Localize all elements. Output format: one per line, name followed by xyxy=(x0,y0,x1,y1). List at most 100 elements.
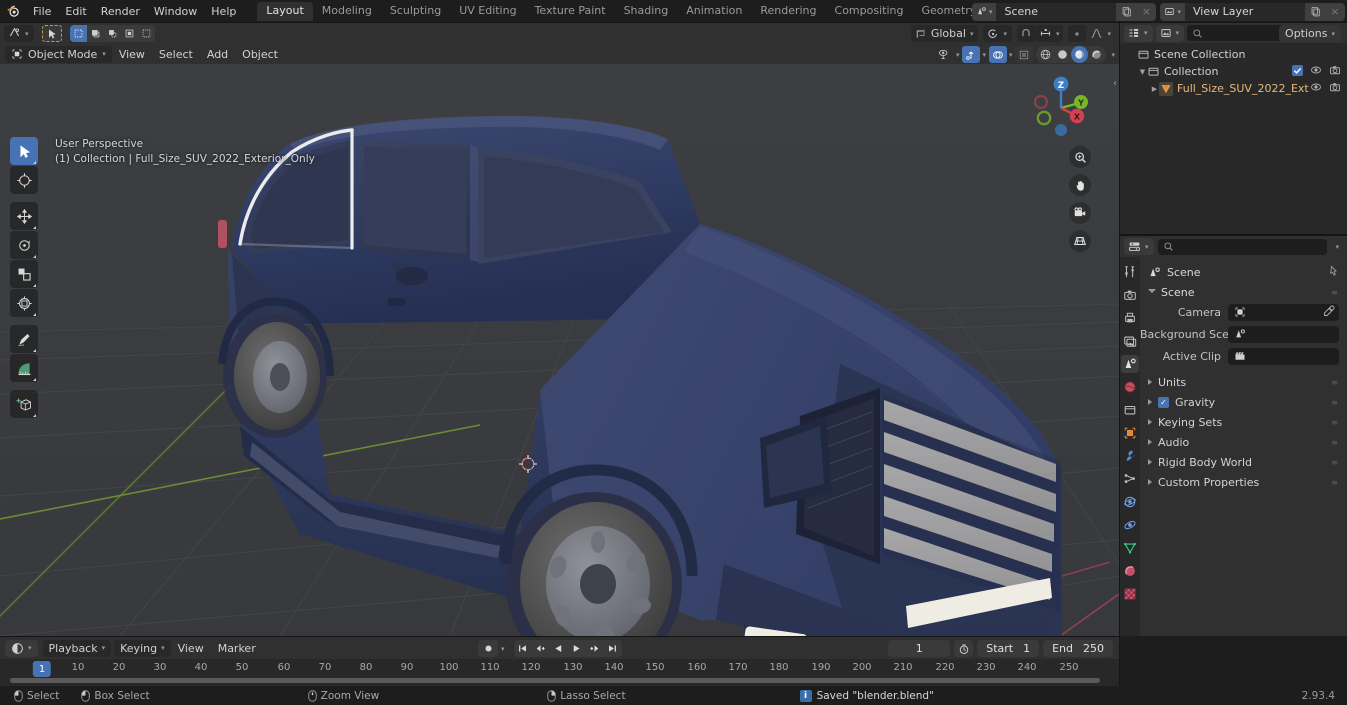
measure-tool-button[interactable] xyxy=(10,354,38,382)
properties-editor-icon[interactable]: ▾ xyxy=(1124,238,1154,255)
end-frame-field[interactable]: End 250 xyxy=(1043,640,1113,657)
frame-range-field[interactable]: Start 1 xyxy=(977,640,1040,657)
viewport-menu-select[interactable]: Select xyxy=(152,46,200,63)
menu-render[interactable]: Render xyxy=(94,3,147,19)
select-subtract-icon[interactable] xyxy=(120,25,138,42)
unlink-scene-button[interactable]: × xyxy=(1136,2,1157,21)
workspace-tab-modeling[interactable]: Modeling xyxy=(313,2,381,21)
outliner-row-collection[interactable]: ▼ Collection xyxy=(1120,63,1347,80)
jump-start-icon[interactable] xyxy=(514,640,532,657)
menu-edit[interactable]: Edit xyxy=(58,3,93,19)
overlays-icon[interactable] xyxy=(988,46,1007,63)
pivot-point-dropdown[interactable]: ▾ xyxy=(983,25,1012,42)
camera-view-icon[interactable] xyxy=(1069,202,1091,224)
collection-checkbox[interactable] xyxy=(1292,64,1303,79)
properties-search-input[interactable] xyxy=(1157,238,1328,255)
scale-tool-button[interactable] xyxy=(10,260,38,288)
start-frame-value[interactable]: 1 xyxy=(1023,642,1030,655)
workspace-tab-texture-paint[interactable]: Texture Paint xyxy=(526,2,615,21)
solid-shading-icon[interactable] xyxy=(1054,46,1071,63)
collection-disclosure-icon[interactable]: ▼ xyxy=(1138,68,1147,76)
workspace-tab-uv-editing[interactable]: UV Editing xyxy=(450,2,525,21)
workspace-tab-shading[interactable]: Shading xyxy=(615,2,678,21)
transform-orientation-dropdown[interactable]: Global ▾ xyxy=(910,25,979,42)
remove-view-layer-button[interactable]: × xyxy=(1325,2,1345,21)
outliner-row-scene-collection[interactable]: Scene Collection xyxy=(1120,46,1347,63)
zoom-icon[interactable] xyxy=(1069,146,1091,168)
eyedropper-icon[interactable] xyxy=(1323,305,1335,320)
proportional-falloff-dropdown[interactable]: ▾ xyxy=(1086,25,1115,42)
object-camera-icon[interactable] xyxy=(1329,81,1341,96)
collection-camera-icon[interactable] xyxy=(1329,64,1341,79)
properties-tab-texture[interactable] xyxy=(1121,585,1139,603)
scene-selector[interactable]: ▾ Scene × xyxy=(971,2,1157,21)
outliner-id-type-icon[interactable]: ▾ xyxy=(1155,24,1185,42)
jump-end-icon[interactable] xyxy=(604,640,622,657)
subpanel-keying-sets[interactable]: Keying Sets ≡ xyxy=(1140,412,1347,432)
timeline-editor-icon[interactable]: ▾ xyxy=(5,639,38,657)
collection-eye-icon[interactable] xyxy=(1310,64,1322,79)
editor-type-3dview-icon[interactable]: ▾ xyxy=(4,25,34,42)
cursor-tool-button[interactable] xyxy=(10,166,38,194)
play-reverse-icon[interactable] xyxy=(550,640,568,657)
play-icon[interactable] xyxy=(568,640,586,657)
xray-toggle-icon[interactable] xyxy=(1015,46,1034,63)
end-frame-value[interactable]: 250 xyxy=(1083,642,1104,655)
add-cube-tool-button[interactable] xyxy=(10,390,38,418)
background-scene-field-input[interactable] xyxy=(1228,325,1339,343)
active-clip-field-input[interactable] xyxy=(1228,347,1339,365)
viewport-menu-add[interactable]: Add xyxy=(200,46,235,63)
material-preview-shading-icon[interactable] xyxy=(1071,46,1089,63)
properties-tab-material[interactable] xyxy=(1121,562,1139,580)
properties-tab-constraints[interactable] xyxy=(1121,516,1139,534)
blender-logo-icon[interactable] xyxy=(0,0,26,22)
workspace-tab-layout[interactable]: Layout xyxy=(257,1,313,21)
outliner-row-suv-object[interactable]: ▶ Full_Size_SUV_2022_Ext xyxy=(1120,80,1347,97)
properties-tab-object[interactable] xyxy=(1121,424,1139,442)
new-scene-button[interactable] xyxy=(1116,2,1137,21)
menu-window[interactable]: Window xyxy=(147,3,204,19)
snap-magnet-icon[interactable] xyxy=(1016,25,1035,42)
view-layer-selector[interactable]: ▾ View Layer × xyxy=(1160,2,1345,21)
workspace-tab-animation[interactable]: Animation xyxy=(677,2,751,21)
camera-field-input[interactable] xyxy=(1228,303,1339,321)
properties-tab-output[interactable] xyxy=(1121,309,1139,327)
auto-keying-icon[interactable] xyxy=(478,640,498,657)
preview-range-icon[interactable] xyxy=(954,640,974,657)
gizmo-icon[interactable] xyxy=(962,46,981,63)
workspace-tab-compositing[interactable]: Compositing xyxy=(826,2,913,21)
properties-tab-modifier[interactable] xyxy=(1121,447,1139,465)
properties-tab-collection[interactable] xyxy=(1121,401,1139,419)
outliner-display-mode-icon[interactable]: ▾ xyxy=(1124,24,1153,42)
timeline-horizontal-scrollbar[interactable] xyxy=(10,678,1100,683)
panel-disclosure-icon[interactable] xyxy=(1148,289,1156,296)
wireframe-shading-icon[interactable] xyxy=(1037,46,1054,63)
properties-tab-physics[interactable] xyxy=(1121,493,1139,511)
rotate-tool-button[interactable] xyxy=(10,231,38,259)
toggle-perspective-icon[interactable] xyxy=(1069,230,1091,252)
subpanel-gravity[interactable]: ✓ Gravity ≡ xyxy=(1140,392,1347,412)
navigation-gizmo[interactable]: Z Y X xyxy=(1025,72,1097,144)
menu-file[interactable]: File xyxy=(26,3,58,19)
snap-target-dropdown[interactable]: ▾ xyxy=(1034,25,1064,42)
timeline-menu-view[interactable]: View xyxy=(171,640,211,657)
current-frame-field[interactable]: 1 xyxy=(888,640,951,657)
sidebar-collapse-icon[interactable]: ‹ xyxy=(1113,78,1117,89)
properties-tab-particles[interactable] xyxy=(1121,470,1139,488)
timeline-playhead[interactable]: 1 xyxy=(32,661,52,677)
move-tool-button[interactable] xyxy=(10,202,38,230)
object-disclosure-icon[interactable]: ▶ xyxy=(1150,85,1159,93)
tweak-tool-button[interactable] xyxy=(10,137,38,165)
timeline-playback-dropdown[interactable]: Playback ▾ xyxy=(42,639,112,657)
subpanel-units[interactable]: Units ≡ xyxy=(1140,372,1347,392)
viewport-options-dropdown[interactable]: Options ▾ xyxy=(1279,25,1341,42)
proportional-edit-icon[interactable] xyxy=(1068,25,1087,42)
subpanel-custom-properties[interactable]: Custom Properties ≡ xyxy=(1140,472,1347,492)
tweak-tool-icon[interactable] xyxy=(41,25,62,42)
outliner-tree[interactable]: Scene Collection ▼ Collection ▶ Full_Siz… xyxy=(1120,43,1347,234)
scene-icon[interactable]: ▾ xyxy=(971,2,997,21)
select-difference-icon[interactable] xyxy=(137,25,155,42)
workspace-tab-rendering[interactable]: Rendering xyxy=(751,2,825,21)
gravity-checkbox[interactable]: ✓ xyxy=(1158,396,1169,408)
subpanel-audio[interactable]: Audio ≡ xyxy=(1140,432,1347,452)
